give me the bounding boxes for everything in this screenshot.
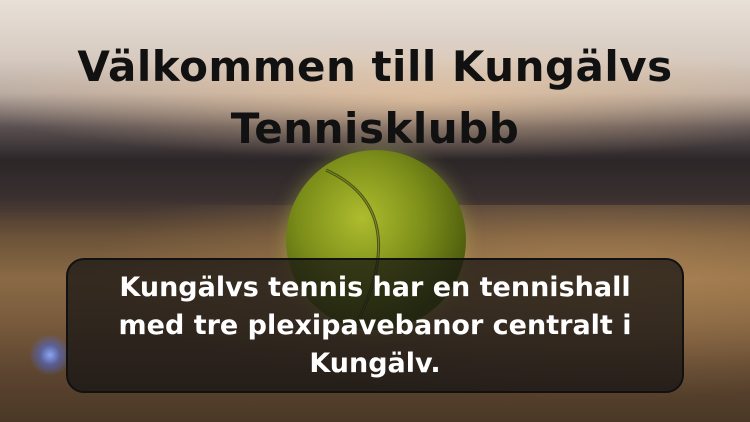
hero-banner: Välkommen till Kungälvs Tennisklubb Kung… bbox=[0, 0, 750, 422]
info-box: Kungälvs tennis har en tennishall med tr… bbox=[66, 258, 684, 393]
page-title: Välkommen till Kungälvs Tennisklubb bbox=[0, 36, 750, 160]
title-line-1: Välkommen till Kungälvs bbox=[77, 42, 673, 92]
lens-flare bbox=[30, 335, 70, 375]
title-line-2: Tennisklubb bbox=[230, 104, 520, 154]
info-description: Kungälvs tennis har en tennishall med tr… bbox=[118, 271, 632, 379]
